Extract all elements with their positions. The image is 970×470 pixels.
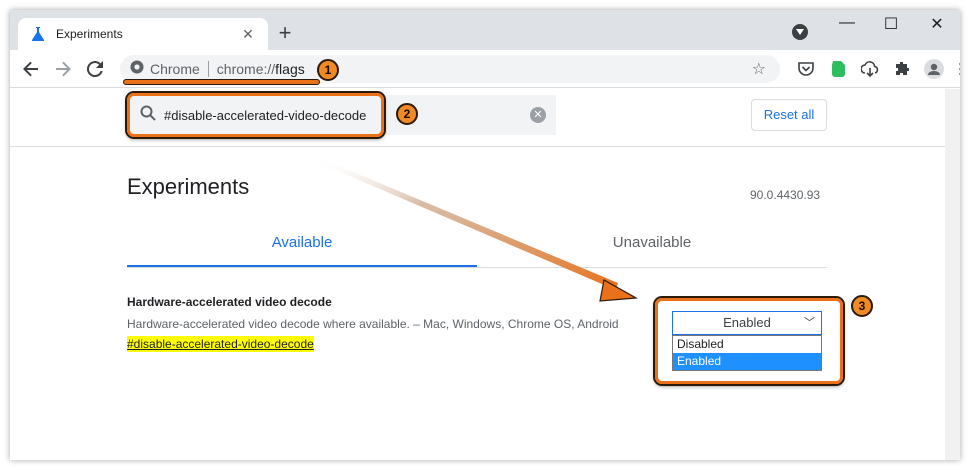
clear-search-icon[interactable]: ✕	[530, 107, 546, 123]
page-title: Experiments	[127, 174, 250, 199]
browser-window: Experiments ✕ + — ☐ ✕ Chrome chrome:// f…	[10, 10, 960, 460]
omnibox-separator	[207, 61, 209, 77]
omnibox[interactable]: Chrome chrome:// flags ☆	[120, 55, 780, 83]
menu-icon[interactable]	[956, 59, 960, 79]
annotation-callout-search	[127, 93, 384, 137]
bookmark-star-icon[interactable]: ☆	[752, 59, 766, 79]
evernote-icon[interactable]	[828, 59, 848, 79]
minimize-button[interactable]: —	[832, 14, 862, 32]
pocket-icon[interactable]	[796, 59, 816, 79]
forward-icon[interactable]	[52, 58, 74, 80]
flask-icon	[30, 26, 46, 42]
tab-strip: Experiments ✕ + — ☐ ✕	[10, 10, 960, 50]
new-tab-button[interactable]: +	[272, 21, 298, 47]
tab-search-icon[interactable]	[792, 24, 808, 40]
flags-page: #disable-accelerated-video-decode ✕ Rese…	[10, 89, 945, 460]
flags-tabs: Available Unavailable	[127, 219, 827, 268]
back-icon[interactable]	[20, 58, 42, 80]
annotation-badge-3: 3	[851, 295, 873, 317]
page-scrollbar[interactable]	[945, 89, 960, 460]
omnibox-url-path: flags	[275, 61, 305, 77]
reload-icon[interactable]	[84, 58, 106, 80]
chrome-icon	[130, 60, 144, 79]
tab-unavailable[interactable]: Unavailable	[477, 219, 827, 267]
experiment-link[interactable]: #disable-accelerated-video-decode	[127, 336, 314, 352]
tab-available[interactable]: Available	[127, 219, 477, 267]
experiment-name: Hardware-accelerated video decode	[127, 295, 332, 309]
maximize-button[interactable]: ☐	[876, 14, 906, 34]
extensions-icon[interactable]	[892, 59, 912, 79]
tab-experiments[interactable]: Experiments ✕	[18, 18, 268, 50]
close-window-button[interactable]: ✕	[922, 14, 952, 34]
annotation-badge-1: 1	[317, 59, 339, 81]
annotation-underline-url	[124, 80, 319, 84]
experiment-description: Hardware-accelerated video decode where …	[127, 317, 619, 331]
omnibox-site-label: Chrome	[150, 61, 200, 77]
profile-avatar-icon[interactable]	[924, 59, 944, 79]
version-label: 90.0.4430.93	[750, 188, 821, 202]
tab-close-icon[interactable]: ✕	[240, 26, 256, 43]
reset-all-button[interactable]: Reset all	[751, 99, 827, 131]
tab-title: Experiments	[56, 27, 123, 41]
annotation-badge-2: 2	[396, 103, 418, 125]
annotation-callout-select	[655, 298, 843, 384]
cloud-download-icon[interactable]	[860, 59, 880, 79]
omnibox-url-scheme: chrome://	[216, 61, 276, 77]
